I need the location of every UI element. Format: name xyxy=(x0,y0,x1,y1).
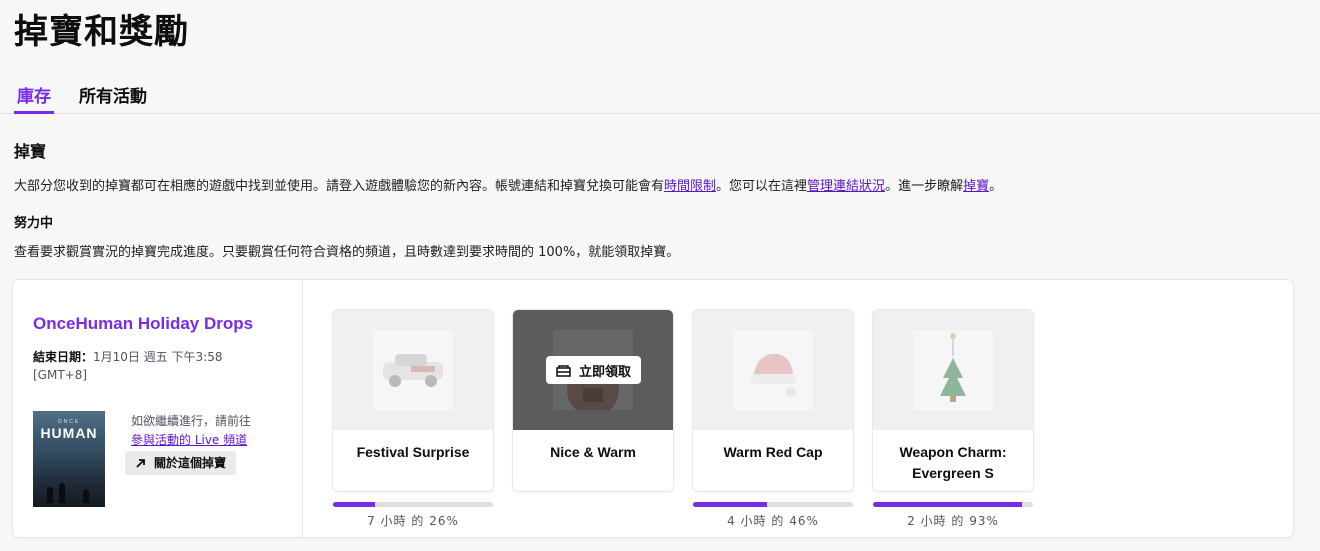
arrow-up-right-icon xyxy=(136,458,145,468)
participating-channels-link[interactable]: 參與活動的 Live 頻道 xyxy=(131,433,247,447)
reward-thumbnail: 立即領取 xyxy=(513,310,673,430)
reward-name: Festival Surprise xyxy=(356,444,470,460)
game-art-figure xyxy=(47,487,53,503)
reward-thumbnail xyxy=(333,310,493,430)
drops-description: 大部分您收到的掉寶都可在相應的遊戲中找到並使用。請登入遊戲體驗您的新內容。帳號連… xyxy=(14,175,1002,194)
page-title: 掉寶和獎勵 xyxy=(14,12,189,52)
progress-fill xyxy=(693,502,767,507)
desc-text: 大部分您收到的掉寶都可在相應的遊戲中找到並使用。請登入遊戲體驗您的新內容。帳號連… xyxy=(14,179,665,194)
gift-box-icon xyxy=(556,364,571,377)
car-image xyxy=(373,330,453,410)
reward-progress-label: 2 小時 的 93% xyxy=(907,514,999,528)
reward-card[interactable]: 立即領取 Nice & Warm xyxy=(513,310,673,491)
reward-card[interactable]: Warm Red Cap xyxy=(693,310,853,491)
desc-text: 。 xyxy=(989,179,1003,194)
reward-name: Weapon Charm: Evergreen S xyxy=(899,444,1007,481)
tree-charm-image xyxy=(913,330,993,410)
campaign-title[interactable]: OnceHuman Holiday Drops xyxy=(33,314,253,334)
continue-instructions: 如欲繼續進行，請前往 參與活動的 Live 頻道 xyxy=(131,412,251,450)
reward-card[interactable]: Weapon Charm: Evergreen S xyxy=(873,310,1033,491)
red-cap-image xyxy=(733,330,813,410)
end-date-label: 結束日期： xyxy=(33,350,94,364)
campaign-end-date: 結束日期：1月10日 週五 下午3:58 [GMT+8] xyxy=(33,348,243,384)
progress-fill xyxy=(873,502,1022,507)
campaign-card: OnceHuman Holiday Drops 結束日期：1月10日 週五 下午… xyxy=(13,280,1293,537)
game-box-art[interactable]: ONCE HUMAN xyxy=(33,411,105,507)
manage-connections-link[interactable]: 管理連結狀況 xyxy=(807,179,885,194)
active-tab-indicator xyxy=(14,111,54,114)
desc-text: 。進一步瞭解 xyxy=(885,179,964,194)
campaign-info: OnceHuman Holiday Drops 結束日期：1月10日 週五 下午… xyxy=(13,280,303,537)
claim-now-button[interactable]: 立即領取 xyxy=(546,356,641,384)
in-progress-description: 查看要求觀賞實況的掉寶完成進度。只要觀賞任何符合資格的頻道，且時數達到要求時間的… xyxy=(14,245,680,260)
claim-now-label: 立即領取 xyxy=(578,364,631,380)
reward-thumbnail xyxy=(873,310,1033,430)
reward-name: Warm Red Cap xyxy=(723,444,823,460)
tab-inventory[interactable]: 庫存 xyxy=(17,82,51,107)
game-art-logo: HUMAN xyxy=(40,425,98,441)
reward-progress-bar xyxy=(693,502,853,507)
tab-bar: 庫存 所有活動 xyxy=(0,76,1320,114)
reward-progress-label: 4 小時 的 46% xyxy=(727,514,819,528)
time-limit-link[interactable]: 時間限制 xyxy=(664,179,716,194)
drops-section-title: 掉寶 xyxy=(14,142,47,161)
game-art-figure xyxy=(59,483,65,503)
game-art-figure xyxy=(83,489,89,503)
progress-fill xyxy=(333,502,375,507)
desc-text: 。您可以在這裡 xyxy=(716,179,808,194)
reward-progress-label: 7 小時 的 26% xyxy=(367,514,459,528)
reward-card[interactable]: Festival Surprise xyxy=(333,310,493,491)
in-progress-title: 努力中 xyxy=(14,216,54,231)
reward-name: Nice & Warm xyxy=(550,444,636,460)
reward-progress-bar xyxy=(873,502,1033,507)
continue-text: 如欲繼續進行，請前往 xyxy=(131,414,252,428)
about-drop-button[interactable]: 關於這個掉寶 xyxy=(125,451,237,475)
tab-all-campaigns[interactable]: 所有活動 xyxy=(79,82,147,107)
reward-progress-bar xyxy=(333,502,493,507)
reward-thumbnail xyxy=(693,310,853,430)
learn-drops-link[interactable]: 掉寶 xyxy=(963,179,989,194)
about-drop-label: 關於這個掉寶 xyxy=(154,456,227,470)
